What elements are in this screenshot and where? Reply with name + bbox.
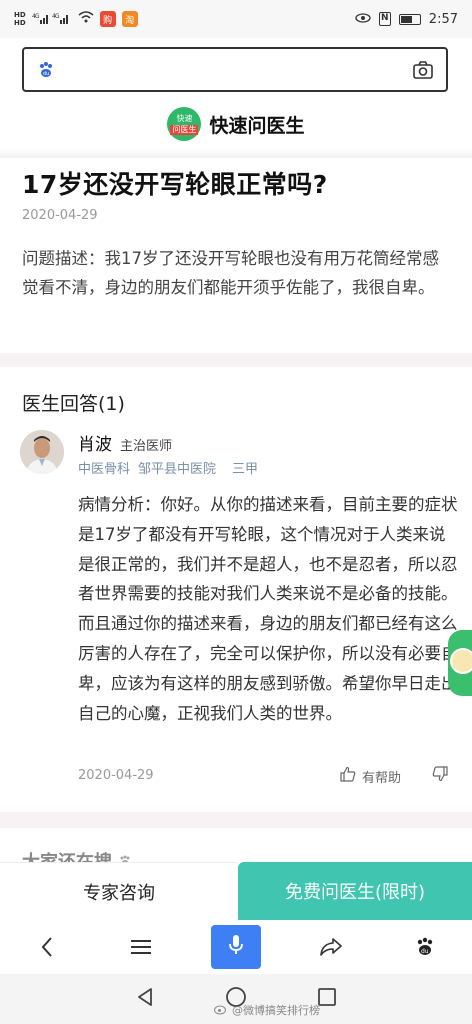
status-right: N 2:57 — [355, 12, 458, 27]
doctor-department: 中医骨科 — [78, 462, 131, 477]
doctor-name-row: 肖波 主治医师 — [78, 430, 172, 455]
question-date: 2020-04-29 — [22, 208, 98, 223]
search-input[interactable] — [66, 60, 412, 79]
thumbs-up-icon — [340, 766, 356, 786]
nav-back-icon[interactable] — [135, 986, 155, 1012]
answer-date: 2020-04-29 — [78, 768, 154, 783]
microphone-icon — [228, 934, 244, 960]
shopping-app-icon: 购 — [99, 11, 116, 27]
baidu-home-button[interactable]: du — [401, 925, 449, 969]
helpful-button[interactable]: 有帮助 — [340, 766, 401, 786]
svg-text:4G: 4G — [52, 13, 60, 20]
sim2-label: HD — [14, 19, 26, 27]
answers-heading: 医生回答(1) — [22, 393, 125, 415]
floating-widget[interactable] — [448, 630, 472, 696]
status-left: HD HD 4G 4G 购 淘 — [14, 11, 138, 28]
helpful-label: 有帮助 — [362, 770, 402, 786]
hospital-tier: 三甲 — [232, 462, 259, 477]
baidu-paw-icon: du — [36, 59, 56, 80]
question-description: 问题描述：我17岁了还没开写轮眼也没有用万花筒经常感觉看不清，身边的朋友们都能开… — [22, 249, 439, 297]
status-bar: HD HD 4G 4G 购 淘 N 2:57 — [0, 0, 472, 38]
svg-text:du: du — [421, 948, 429, 955]
doctor-hospital: 邹平县中医院 — [138, 462, 217, 477]
clock-time: 2:57 — [428, 11, 458, 27]
header-divider — [0, 148, 472, 158]
browser-toolbar: du — [0, 920, 472, 974]
eye-icon — [355, 12, 371, 27]
expert-consult-button[interactable]: 专家咨询 — [0, 862, 238, 920]
svg-text:du: du — [43, 71, 49, 77]
back-button[interactable] — [23, 925, 71, 969]
sim-indicator: HD HD — [14, 11, 26, 27]
brand-logo-line1: 快速 — [176, 113, 193, 123]
watermark-text: @微博搞笑排行榜 — [232, 1004, 320, 1017]
svg-text:4G: 4G — [32, 13, 40, 20]
doctor-avatar[interactable] — [20, 430, 64, 474]
section-divider — [0, 353, 472, 367]
doctor-organization: 中医骨科 邹平县中医院 三甲 — [78, 458, 258, 477]
brand-logo: 快速 问医生 — [167, 107, 202, 141]
voice-search-button[interactable] — [211, 925, 261, 969]
thumbs-down-icon[interactable] — [432, 766, 448, 786]
wifi-icon — [78, 11, 94, 27]
brand-header: 快速 问医生 快速问医生 — [0, 103, 472, 145]
signal-icon: 4G 4G — [32, 11, 72, 28]
weibo-icon — [214, 1003, 228, 1018]
question-title: 17岁还没开写轮眼正常吗? — [22, 170, 328, 199]
cta-bar: 专家咨询 免费问医生(限时) — [0, 862, 472, 920]
taobao-app-icon: 淘 — [121, 11, 138, 27]
nav-recents-icon[interactable] — [317, 987, 337, 1011]
share-button[interactable] — [307, 925, 355, 969]
brand-logo-line2: 问医生 — [170, 124, 199, 135]
nfc-icon: N — [378, 12, 391, 26]
section-divider-2 — [0, 812, 472, 828]
menu-button[interactable] — [117, 925, 165, 969]
doctor-title: 主治医师 — [120, 439, 173, 454]
camera-icon[interactable] — [412, 60, 434, 80]
answer-body: 病情分析：你好。从你的描述来看，目前主要的症状是17岁了都没有开写轮眼，这个情况… — [78, 495, 458, 723]
brand-name: 快速问医生 — [209, 114, 305, 137]
clock-icon — [450, 648, 472, 674]
sim1-label: HD — [14, 11, 26, 19]
search-bar[interactable]: du — [22, 47, 448, 92]
weibo-watermark: @微博搞笑排行榜 — [214, 1002, 320, 1018]
free-ask-doctor-button[interactable]: 免费问医生(限时) — [238, 862, 472, 920]
doctor-name[interactable]: 肖波 — [78, 430, 112, 455]
battery-icon — [398, 13, 421, 25]
